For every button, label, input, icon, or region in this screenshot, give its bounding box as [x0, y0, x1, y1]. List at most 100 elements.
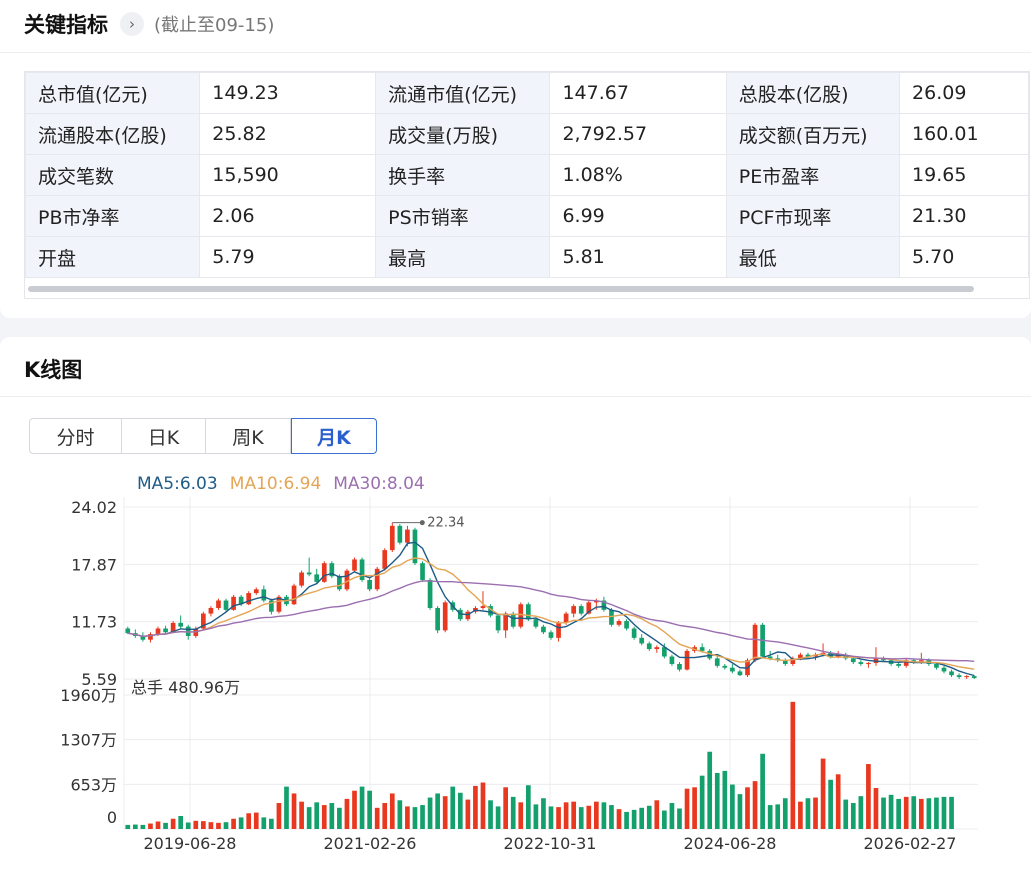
candle-body — [465, 611, 471, 620]
candle-body — [261, 589, 267, 601]
volume-bar — [193, 820, 199, 829]
volume-bar — [367, 790, 372, 829]
volume-bar — [261, 817, 267, 829]
metric-value: 1.08% — [549, 154, 727, 196]
candle-body — [730, 667, 735, 672]
volume-bar — [881, 797, 886, 829]
volume-bar — [586, 805, 592, 829]
volume-bar — [457, 792, 463, 829]
volume-bar — [866, 764, 871, 829]
candle-body — [367, 579, 372, 590]
candle-body — [684, 650, 690, 670]
candle-body — [163, 628, 168, 633]
volume-bar — [427, 797, 433, 829]
volume-bar — [934, 797, 939, 829]
volume-bar — [760, 753, 765, 829]
candle-body — [427, 579, 433, 608]
candle-body — [314, 574, 320, 582]
candle-body — [971, 676, 977, 678]
candle-body — [253, 589, 259, 594]
x-tick-label: 2026-02-27 — [864, 834, 957, 853]
tab-daily-k[interactable]: 日K — [122, 418, 206, 454]
tab-intraday[interactable]: 分时 — [29, 418, 122, 454]
candle-body — [949, 671, 954, 676]
volume-bar — [140, 824, 146, 829]
metric-value: 147.67 — [549, 72, 727, 114]
volume-total-label: 总手 480.96万 — [131, 678, 240, 697]
candle-body — [858, 662, 864, 664]
candle-body — [624, 621, 629, 629]
metric-value: 19.65 — [899, 154, 1029, 196]
kline-period-tabs: 分时 日K 周K 月K — [29, 418, 377, 454]
volume-bar — [223, 822, 229, 829]
candle-body — [223, 600, 229, 610]
volume-bar — [828, 779, 833, 829]
volume-bar — [601, 802, 607, 829]
metric-label: 最高 — [375, 236, 551, 278]
header-divider — [0, 52, 1031, 53]
volume-bar — [835, 774, 841, 829]
volume-bar — [518, 802, 524, 829]
candle-body — [337, 576, 342, 590]
candle-body — [722, 665, 728, 668]
volume-bar — [329, 803, 335, 829]
volume-bar — [352, 790, 357, 829]
volume-bar — [669, 803, 675, 829]
volume-bar — [291, 793, 297, 829]
volume-bar — [397, 800, 403, 829]
ma-legend-ma30: MA30:8.04 — [333, 474, 425, 494]
candle-body — [609, 609, 614, 625]
volume-tick-label: 653万 — [70, 775, 117, 794]
metric-label: 成交笔数 — [25, 154, 201, 196]
volume-bar — [730, 784, 735, 829]
volume-bar — [624, 811, 629, 829]
metric-value: 160.01 — [899, 113, 1029, 155]
volume-bar — [790, 701, 796, 829]
metric-value: 6.99 — [549, 195, 727, 237]
volume-bar — [578, 807, 584, 829]
volume-bar — [752, 781, 758, 829]
tab-monthly-k[interactable]: 月K — [291, 418, 377, 454]
max-marker-dot — [419, 520, 425, 526]
metric-label: 流通市值(亿元) — [375, 72, 551, 114]
volume-bar — [216, 822, 221, 829]
candle-body — [397, 525, 403, 543]
kline-title: K线图 — [24, 358, 83, 382]
candle-body — [677, 663, 682, 670]
candle-body — [541, 626, 546, 633]
volume-bar — [639, 807, 645, 829]
volume-bar — [488, 800, 493, 829]
candle-body — [321, 563, 327, 582]
volume-bar — [677, 808, 682, 829]
volume-bar — [420, 805, 425, 829]
candle-body — [896, 663, 901, 666]
table-scrollbar[interactable] — [28, 286, 974, 292]
volume-bar — [533, 804, 539, 829]
candle-body — [125, 628, 131, 634]
volume-bar — [813, 797, 818, 829]
metric-value: 5.70 — [899, 236, 1029, 278]
volume-bar — [412, 807, 418, 829]
volume-bar — [722, 770, 728, 829]
candle-body — [246, 593, 252, 605]
kline-divider — [0, 396, 1031, 397]
volume-bar — [442, 796, 448, 829]
volume-bar — [805, 798, 811, 829]
metric-label: 最低 — [725, 236, 901, 278]
as-of-date: (截止至09-15) — [154, 15, 275, 36]
volume-bar — [155, 821, 161, 829]
volume-bar — [178, 816, 184, 829]
volume-bar — [775, 804, 781, 829]
volume-bar — [503, 787, 508, 829]
candle-body — [964, 676, 970, 678]
volume-bar — [684, 788, 690, 829]
candle-body — [956, 675, 962, 678]
metric-label: PS市销率 — [375, 195, 551, 237]
chevron-right-icon[interactable]: › — [120, 12, 144, 36]
metric-value: 2,792.57 — [549, 113, 727, 155]
kline-chart[interactable]: MA5:6.03 MA10:6.94 MA30:8.04 24.02 17.87 11.7… — [0, 460, 1031, 869]
ma-legend-ma10: MA10:6.94 — [230, 474, 322, 494]
metrics-table: 总市值(亿元) 149.23 流通市值(亿元) 147.67 总股本(亿股) 26.09 流… — [25, 72, 1029, 278]
tab-weekly-k[interactable]: 周K — [206, 418, 291, 454]
metric-label: 开盘 — [25, 236, 201, 278]
